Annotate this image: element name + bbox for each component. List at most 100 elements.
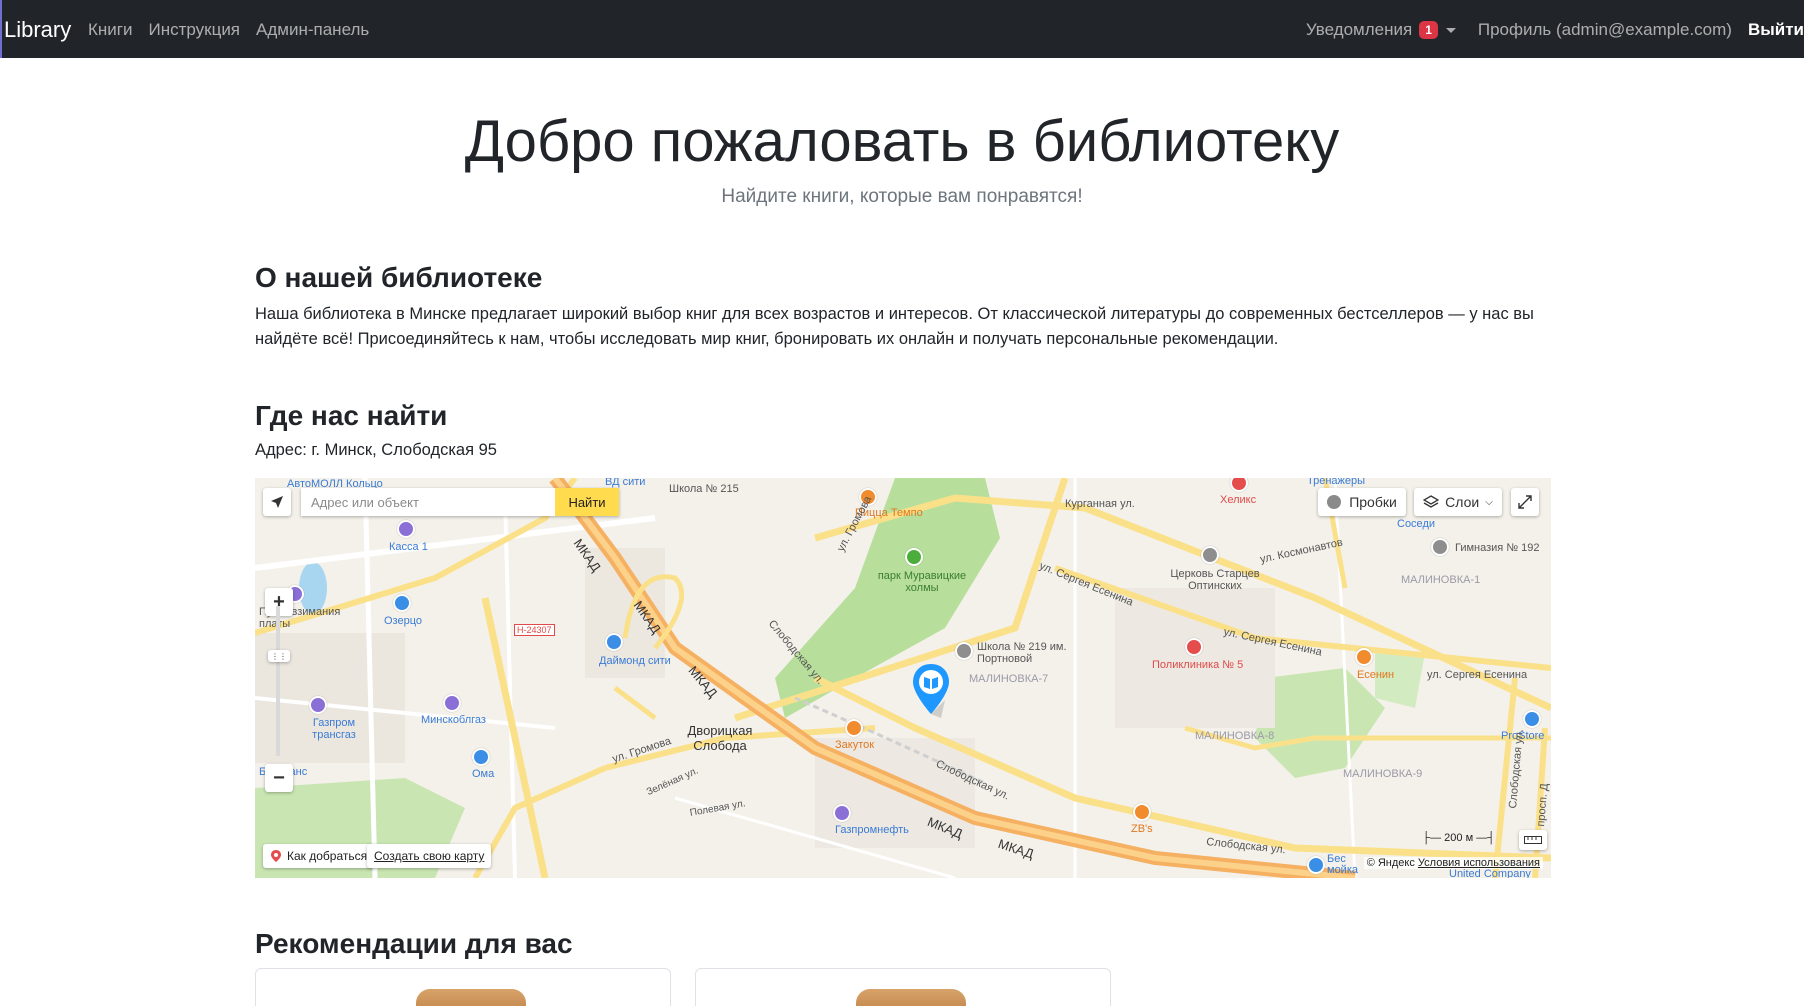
- traffic-icon: [1327, 495, 1342, 509]
- zakutok-poi-icon[interactable]: [845, 719, 863, 737]
- location-arrow-icon: [271, 496, 283, 508]
- page-subtitle: Найдите книги, которые вам понравятся!: [721, 186, 1083, 207]
- book-card[interactable]: [255, 968, 671, 1006]
- map-label-minskoblgaz: Минскоблгаз: [421, 714, 486, 726]
- layers-button[interactable]: Слои ⌵: [1414, 488, 1502, 516]
- attribution-text: © Яндекс: [1366, 857, 1415, 869]
- zoom-slider-handle[interactable]: ⋮⋮: [268, 650, 290, 662]
- map-label-gazpromneft: Газпромнефть: [835, 824, 909, 836]
- book-cover-image: [856, 989, 966, 1006]
- map-label-polyclinic: Поликлиника № 5: [1152, 659, 1244, 671]
- nav-links: Книги Инструкция Админ-панель: [88, 20, 369, 40]
- map-label-oma: Ома: [472, 768, 495, 780]
- gazprom-transgaz-poi-icon[interactable]: [309, 696, 327, 714]
- map-label-zbs: ZB's: [1131, 823, 1153, 835]
- map-search-bar: Найти: [301, 488, 619, 516]
- brand-link[interactable]: Library: [4, 17, 71, 43]
- prostore-poi-icon[interactable]: [1523, 710, 1541, 728]
- zoom-slider-track[interactable]: [276, 606, 280, 756]
- map-label-school-215: Школа № 215: [669, 483, 739, 495]
- zoom-out-button[interactable]: −: [265, 764, 293, 792]
- map-label-esenina-3: ул. Сергея Есенина: [1427, 669, 1528, 681]
- map-label-malinovka-8: МАЛИНОВКА-8: [1195, 730, 1275, 742]
- gazpromneft-poi-icon[interactable]: [833, 804, 851, 822]
- map-label-ozertso: Озерцо: [384, 615, 423, 627]
- map-search-input[interactable]: [301, 488, 555, 516]
- notifications-badge: 1: [1419, 21, 1438, 39]
- polyclinic-poi-icon[interactable]: [1185, 638, 1203, 656]
- map-label-dvoritskaya: Дворицкая Слобода: [687, 723, 753, 753]
- library-marker-icon[interactable]: [911, 662, 951, 722]
- map-label-trenazhery: Тренажёры: [1307, 478, 1366, 487]
- esenin-poi-icon[interactable]: [1355, 648, 1373, 666]
- map-label-esenin: Есенин: [1357, 669, 1395, 681]
- chevron-down-icon: ⌵: [1485, 496, 1493, 508]
- create-map-link[interactable]: Создать свою карту: [367, 844, 492, 868]
- kassa-poi-icon[interactable]: [397, 520, 415, 538]
- block-3: [1115, 588, 1275, 728]
- map-label-kassa: Касса 1: [389, 541, 428, 553]
- map-label-church: Церковь Старцев Оптинских: [1170, 568, 1260, 592]
- map-label-h24307: Н-24307: [514, 624, 555, 636]
- nav-link-books[interactable]: Книги: [88, 20, 132, 40]
- map-label-malinovka-9: МАЛИНОВКА-9: [1343, 768, 1423, 780]
- terms-link[interactable]: Условия использования: [1418, 857, 1540, 869]
- pin-icon: [271, 850, 281, 862]
- map-label-bes-moika: Бес мойка: [1327, 853, 1358, 876]
- school-219-poi-icon[interactable]: [955, 642, 973, 660]
- church-poi-icon[interactable]: [1201, 546, 1219, 564]
- map-label-kurgannaya: Курганная ул.: [1065, 498, 1135, 510]
- route-button[interactable]: Как добраться: [263, 844, 375, 868]
- map-label-park: парк Муравицкие холмы: [877, 570, 967, 594]
- traffic-button[interactable]: Пробки: [1318, 488, 1406, 516]
- oma-poi-icon[interactable]: [472, 748, 490, 766]
- page-title: Добро пожаловать в библиотеку: [464, 109, 1340, 174]
- book-cover-image: [416, 989, 526, 1006]
- map-search-button[interactable]: Найти: [555, 488, 619, 516]
- notifications-label: Уведомления: [1305, 20, 1413, 39]
- nav-link-instructions[interactable]: Инструкция: [148, 20, 240, 40]
- map-label-sosedi: Соседи: [1397, 518, 1436, 530]
- book-card[interactable]: [695, 968, 1111, 1006]
- navbar: Library Книги Инструкция Админ-панель Ув…: [0, 0, 1804, 58]
- expand-icon: [1518, 495, 1532, 509]
- map-label-zakutok: Закуток: [835, 739, 875, 751]
- map-label-daimond: Даймонд сити: [599, 655, 671, 667]
- traffic-label: Пробки: [1349, 494, 1397, 510]
- map-label-school-219: Школа № 219 им. Портновой: [977, 641, 1067, 665]
- logout-link[interactable]: Выйти: [1748, 20, 1804, 40]
- recommendations-heading: Рекомендации для вас: [255, 928, 573, 959]
- about-heading: О нашей библиотеке: [255, 262, 543, 293]
- layers-label: Слои: [1445, 494, 1480, 510]
- map-attribution: © Яндекс Условия использования: [1363, 857, 1543, 869]
- scale-label: 200 м: [1444, 832, 1474, 844]
- nav-right: Уведомления 1 Профиль (admin@example.com…: [1306, 20, 1804, 40]
- map-label-vd-city: ВД сити: [605, 478, 646, 488]
- zbs-poi-icon[interactable]: [1133, 803, 1151, 821]
- address-text: Адрес: г. Минск, Слободская 95: [255, 441, 497, 459]
- map-label-gazprom-transgaz: Газпром трансгаз: [312, 717, 356, 741]
- ruler-button[interactable]: [1519, 830, 1547, 850]
- map-label-malinovka-1: МАЛИНОВКА-1: [1401, 574, 1481, 586]
- minskoblgaz-poi-icon[interactable]: [443, 694, 461, 712]
- geolocation-button[interactable]: [263, 488, 291, 516]
- map-label-malinovka-7: МАЛИНОВКА-7: [969, 673, 1049, 685]
- notifications-dropdown[interactable]: Уведомления 1: [1306, 20, 1456, 40]
- location-heading: Где нас найти: [255, 400, 448, 431]
- daimond-poi-icon[interactable]: [605, 633, 623, 651]
- ruler-icon: [1524, 836, 1542, 844]
- nav-link-admin[interactable]: Админ-панель: [256, 20, 369, 40]
- fullscreen-button[interactable]: [1511, 488, 1539, 516]
- map-label-united: United Company: [1449, 868, 1531, 878]
- about-text: Наша библиотека в Минске предлагает широ…: [255, 305, 1534, 348]
- route-label: Как добраться: [287, 849, 368, 863]
- profile-link[interactable]: Профиль (admin@example.com): [1478, 20, 1732, 40]
- map-scale: ├— 200 м —┤: [1422, 832, 1495, 844]
- park-poi-icon[interactable]: [905, 548, 923, 566]
- ozertso-poi-icon[interactable]: [393, 594, 411, 612]
- bes-moika-poi-icon[interactable]: [1307, 856, 1325, 874]
- layers-icon: [1423, 495, 1440, 508]
- map[interactable]: АвтоМОЛЛ Кольцо ВД сити Школа № 215 Пицц…: [255, 478, 1551, 878]
- gymnasium-poi-icon[interactable]: [1431, 538, 1449, 556]
- map-label-gymnasium: Гимназия № 192: [1455, 542, 1540, 554]
